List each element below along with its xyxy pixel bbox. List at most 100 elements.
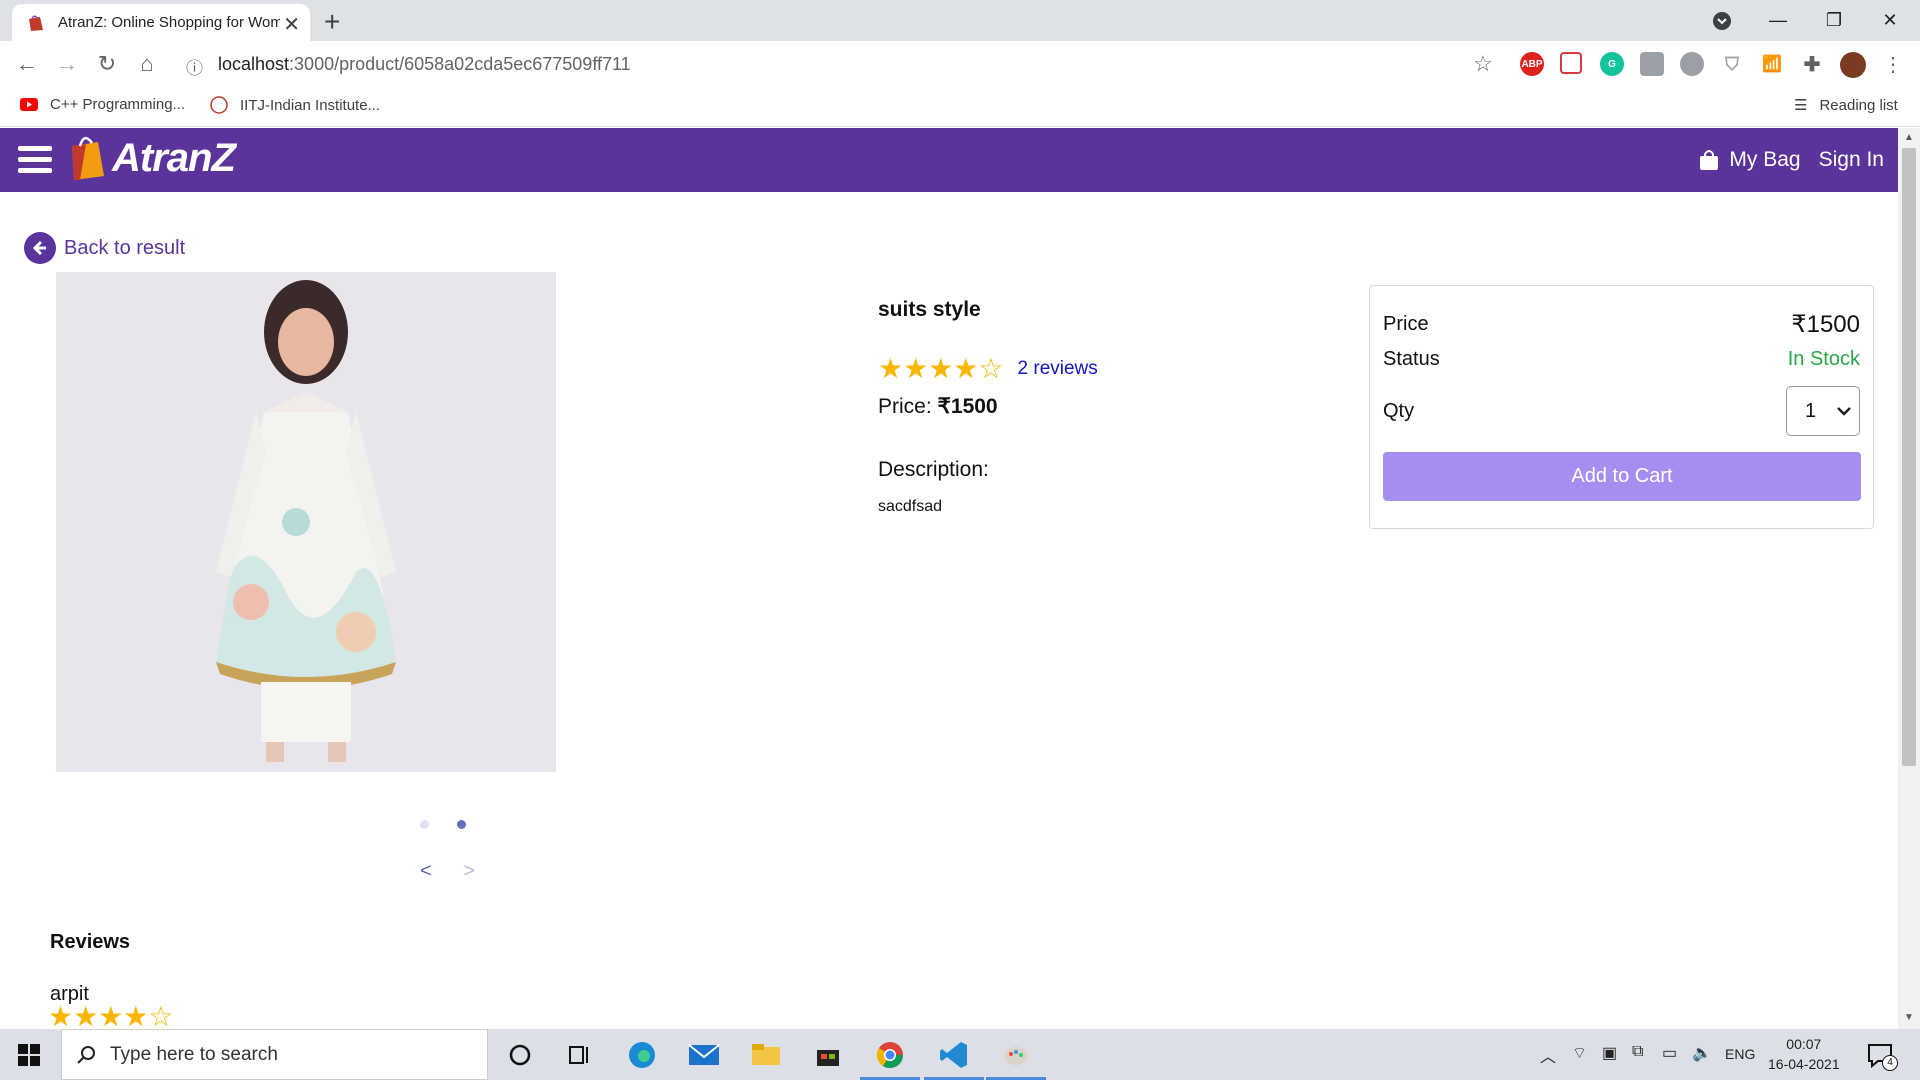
forward-arrow-icon[interactable]: → xyxy=(52,49,82,79)
card-qty-row: Qty 1 xyxy=(1383,386,1860,436)
carousel-dot-2[interactable] xyxy=(457,820,466,829)
pocket-extension-icon[interactable] xyxy=(1560,52,1582,74)
vscode-icon[interactable] xyxy=(938,1039,970,1071)
home-icon[interactable]: ⌂ xyxy=(132,49,162,79)
model-in-kurta-illustration xyxy=(56,272,556,772)
tab-search-icon[interactable] xyxy=(1694,0,1750,41)
shield-extension-icon[interactable]: ⛉ xyxy=(1720,52,1744,76)
bag-favicon-icon xyxy=(29,15,43,31)
restore-button[interactable]: ❐ xyxy=(1806,0,1862,41)
stock-status: In Stock xyxy=(1787,348,1860,370)
bookmark-cpp[interactable]: C++ Programming... xyxy=(20,96,185,113)
language-indicator[interactable]: ENG xyxy=(1725,1046,1755,1062)
search-icon xyxy=(77,1045,95,1064)
reload-icon[interactable]: ↻ xyxy=(92,49,122,79)
chrome-menu-icon[interactable]: ⋮ xyxy=(1878,49,1908,79)
add-to-cart-button[interactable]: Add to Cart xyxy=(1383,452,1861,501)
brand-bag-icon[interactable] xyxy=(68,132,110,182)
carousel-next-button[interactable]: > xyxy=(463,860,475,882)
card-price-value: ₹1500 xyxy=(1791,311,1860,338)
display-icon[interactable]: ⧉ xyxy=(1632,1043,1643,1061)
store-icon[interactable] xyxy=(812,1039,844,1071)
back-circle-arrow-icon xyxy=(24,232,56,264)
qty-select[interactable]: 1 xyxy=(1786,386,1860,436)
search-placeholder: Type here to search xyxy=(110,1043,278,1065)
browser-tab[interactable]: AtranZ: Online Shopping for Women ✕ xyxy=(12,4,310,41)
card-qty-label: Qty xyxy=(1383,399,1415,422)
shopping-bag-icon xyxy=(1700,150,1719,170)
bookmark-label: C++ Programming... xyxy=(50,96,186,113)
mail-icon[interactable] xyxy=(688,1039,720,1071)
bookmark-iitj[interactable]: IITJ-Indian Institute... xyxy=(210,96,380,114)
browser-toolbar: ← → ↻ ⌂ ⓘ localhost:3000/product/6058a02… xyxy=(0,41,1920,87)
address-bar[interactable]: localhost:3000/product/6058a02cda5ec6775… xyxy=(218,54,631,75)
bookmarks-bar: C++ Programming... IITJ-Indian Institute… xyxy=(0,87,1920,127)
meet-now-icon[interactable]: ▣ xyxy=(1602,1043,1617,1063)
window-close-button[interactable]: ✕ xyxy=(1862,0,1918,41)
card-price-label: Price xyxy=(1383,313,1429,335)
network-icon[interactable]: ⌔ xyxy=(1572,1043,1587,1063)
page-scrollbar[interactable]: ▲ ▼ xyxy=(1898,128,1920,1029)
sign-in-link[interactable]: Sign In xyxy=(1819,148,1884,172)
tab-close-icon[interactable]: ✕ xyxy=(283,12,300,37)
adblock-extension-icon[interactable]: ABP xyxy=(1520,52,1544,76)
bookmark-star-icon[interactable]: ☆ xyxy=(1468,49,1498,79)
scroll-down-icon[interactable]: ▼ xyxy=(1904,1012,1914,1023)
purchase-card: Price ₹1500 Status In Stock Qty 1 Add to… xyxy=(1369,285,1874,529)
reviews-link[interactable]: 2 reviews xyxy=(1018,358,1098,380)
scrollbar-thumb[interactable] xyxy=(1902,148,1916,766)
notifications-icon[interactable]: 4 xyxy=(1864,1039,1898,1071)
cortana-icon[interactable] xyxy=(504,1039,536,1071)
bookmark-label: IITJ-Indian Institute... xyxy=(240,96,381,114)
file-explorer-icon[interactable] xyxy=(750,1039,782,1071)
carousel-dot-1[interactable] xyxy=(420,820,429,829)
star-rating-icon: ★★★★☆ xyxy=(878,353,1004,384)
minimize-button[interactable]: — xyxy=(1750,0,1806,41)
volume-icon[interactable]: 🔈 xyxy=(1692,1043,1712,1063)
browser-tab-bar: AtranZ: Online Shopping for Women ✕ + — … xyxy=(0,0,1920,41)
battery-icon[interactable]: ▭ xyxy=(1662,1043,1677,1063)
back-to-result-link[interactable]: Back to result xyxy=(24,232,185,264)
new-tab-button[interactable]: + xyxy=(324,6,340,38)
url-path: :3000/product/6058a02cda5ec677509ff711 xyxy=(289,54,631,74)
hamburger-menu-icon[interactable] xyxy=(18,146,52,174)
carousel-prev-button[interactable]: < xyxy=(420,860,432,882)
my-bag-link[interactable]: My Bag xyxy=(1699,148,1801,172)
paint-icon[interactable] xyxy=(1000,1039,1032,1071)
iitj-logo-icon xyxy=(210,96,228,114)
chrome-icon[interactable] xyxy=(874,1039,906,1071)
price-label: Price: xyxy=(878,395,932,418)
qty-value: 1 xyxy=(1805,399,1817,422)
product-rating: ★★★★☆ 2 reviews xyxy=(878,352,1098,385)
taskbar-search-box[interactable]: Type here to search xyxy=(61,1029,488,1080)
description-label: Description: xyxy=(878,458,989,481)
extension-icon[interactable] xyxy=(1640,52,1664,76)
app-nav: My Bag Sign In xyxy=(1699,128,1884,192)
carousel-dots xyxy=(420,820,494,829)
system-clock[interactable]: 00:07 16-04-2021 xyxy=(1768,1034,1840,1074)
brand-logo[interactable]: AtranZ xyxy=(112,136,236,181)
task-view-icon[interactable] xyxy=(564,1039,596,1071)
app-header: AtranZ My Bag Sign In xyxy=(0,128,1898,192)
windows-start-icon[interactable] xyxy=(18,1044,40,1066)
notification-count: 4 xyxy=(1882,1055,1898,1071)
back-arrow-icon[interactable]: ← xyxy=(12,49,42,79)
reading-list-icon: ☰ xyxy=(1794,97,1808,114)
reading-list-label: Reading list xyxy=(1819,96,1898,114)
puzzle-extensions-icon[interactable]: ✚ xyxy=(1800,52,1824,76)
chart-extension-icon[interactable]: 📶 xyxy=(1760,52,1784,76)
reading-list-button[interactable]: ☰ Reading list xyxy=(1794,96,1898,115)
url-host: localhost xyxy=(218,54,290,74)
tray-chevron-up-icon[interactable]: ︿ xyxy=(1540,1043,1556,1067)
scroll-up-icon[interactable]: ▲ xyxy=(1904,132,1914,143)
profile-avatar[interactable] xyxy=(1840,52,1866,78)
edge-icon[interactable] xyxy=(626,1039,658,1071)
cloud-extension-icon[interactable] xyxy=(1680,52,1704,76)
product-image xyxy=(56,272,556,772)
card-status-row: Status In Stock xyxy=(1383,348,1860,371)
description-text: sacdfsad xyxy=(878,498,943,515)
site-info-icon[interactable]: ⓘ xyxy=(186,54,203,79)
back-label: Back to result xyxy=(64,236,186,259)
grammarly-extension-icon[interactable]: G xyxy=(1600,52,1624,76)
clock-date: 16-04-2021 xyxy=(1768,1056,1840,1072)
